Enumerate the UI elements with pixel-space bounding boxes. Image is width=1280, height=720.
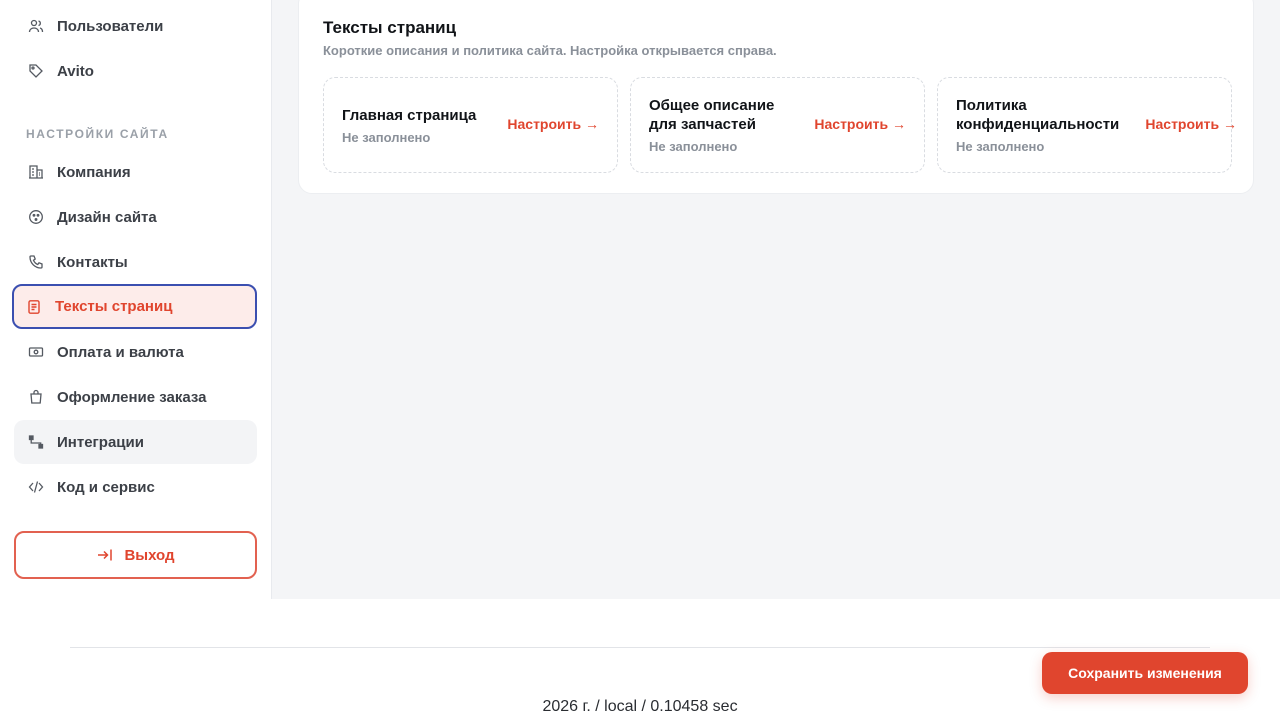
sidebar-item-label: Пользователи: [57, 17, 164, 35]
sidebar-item-label: Интеграции: [57, 433, 144, 451]
sidebar-item-design[interactable]: Дизайн сайта: [14, 195, 257, 239]
page-texts-card: Тексты страниц Короткие описания и полит…: [298, 0, 1254, 194]
code-icon: [27, 478, 45, 496]
logout-label: Выход: [124, 546, 175, 564]
sidebar-item-checkout[interactable]: Оформление заказа: [14, 375, 257, 419]
sidebar-item-company[interactable]: Компания: [14, 150, 257, 194]
tile-parts-description[interactable]: Общее описание для запчастей Не заполнен…: [630, 77, 925, 173]
users-icon: [27, 17, 45, 35]
sidebar-item-label: Тексты страниц: [55, 298, 173, 315]
footer-info: 2026 г. / local / 0.10458 sec: [542, 698, 738, 715]
logout-button[interactable]: Выход: [14, 531, 257, 579]
sidebar-item-contacts[interactable]: Контакты: [14, 240, 257, 284]
tile-name: Общее описание для запчастей: [649, 97, 775, 133]
banknote-icon: [27, 343, 45, 361]
shopping-bag-icon: [27, 388, 45, 406]
footer-divider: [70, 647, 1210, 648]
tile-status: Не заполнено: [649, 139, 738, 154]
sidebar-item-label: Контакты: [57, 253, 128, 271]
sidebar: Пользователи Avito НАСТРОЙКИ САЙТА Компа…: [0, 0, 272, 599]
tile-name: Политика конфиденциальности: [956, 97, 1120, 133]
configure-link[interactable]: Настроить →: [814, 116, 906, 132]
integration-icon: [27, 433, 45, 451]
sidebar-item-label: Дизайн сайта: [57, 208, 157, 226]
sidebar-item-label: Оплата и валюта: [57, 343, 184, 361]
sidebar-item-integrations[interactable]: Интеграции: [14, 420, 257, 464]
logout-icon: [96, 546, 114, 564]
configure-link[interactable]: Настроить →: [1145, 116, 1237, 132]
card-title: Тексты страниц: [323, 18, 457, 37]
phone-icon: [27, 253, 45, 271]
sidebar-item-avito[interactable]: Avito: [14, 49, 257, 93]
sidebar-item-label: Avito: [57, 62, 94, 80]
sidebar-item-users[interactable]: Пользователи: [14, 4, 257, 48]
tile-status: Не заполнено: [956, 139, 1045, 154]
section-title: НАСТРОЙКИ САЙТА: [26, 127, 169, 141]
sidebar-item-label: Компания: [57, 163, 131, 181]
tile-name: Главная страница: [342, 106, 477, 124]
tile-privacy-policy[interactable]: Политика конфиденциальности Не заполнено…: [937, 77, 1237, 173]
card-subtitle: Короткие описания и политика сайта. Наст…: [323, 43, 777, 58]
building-icon: [27, 163, 45, 181]
document-icon: [25, 298, 43, 316]
sidebar-item-payment[interactable]: Оплата и валюта: [14, 330, 257, 374]
sidebar-item-label: Оформление заказа: [57, 388, 207, 406]
sidebar-item-code[interactable]: Код и сервис: [14, 465, 257, 509]
sidebar-item-label: Код и сервис: [57, 478, 155, 496]
main-content: Тексты страниц Короткие описания и полит…: [272, 0, 1280, 599]
save-button[interactable]: Сохранить изменения: [1042, 652, 1248, 694]
tile-status: Не заполнено: [342, 129, 431, 145]
tag-icon: [27, 62, 45, 80]
tile-main-page[interactable]: Главная страница Не заполнено Настроить …: [323, 77, 618, 173]
configure-link[interactable]: Настроить →: [507, 116, 599, 132]
sidebar-item-page-texts[interactable]: Тексты страниц: [12, 284, 257, 329]
palette-icon: [27, 208, 45, 226]
